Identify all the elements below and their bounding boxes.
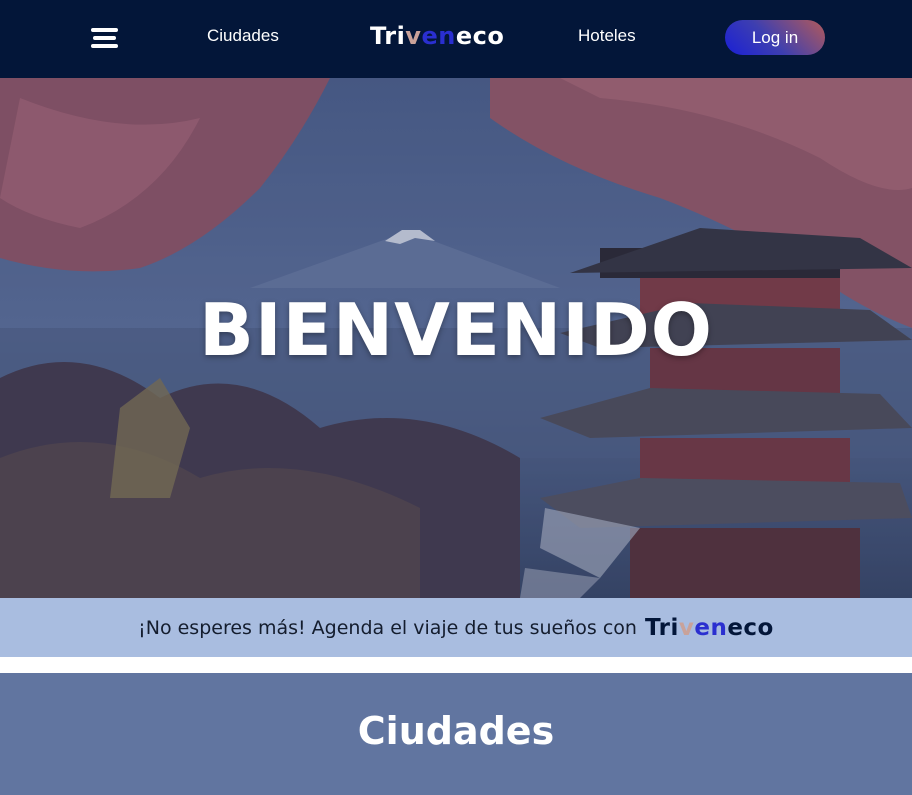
brand-logo-part: en bbox=[694, 614, 728, 641]
brand-logo-part: eco bbox=[455, 22, 505, 50]
section-title: Ciudades bbox=[357, 709, 555, 753]
brand-logo-part: v bbox=[678, 614, 695, 641]
brand-logo-part: Tri bbox=[370, 22, 406, 50]
nav-link-ciudades[interactable]: Ciudades bbox=[207, 26, 279, 46]
brand-logo[interactable]: Triveneco bbox=[370, 22, 504, 50]
top-navbar: Ciudades Triveneco Hoteles Log in bbox=[0, 0, 912, 78]
tagline-banner: ¡No esperes más! Agenda el viaje de tus … bbox=[0, 598, 912, 657]
brand-logo-part: Tri bbox=[644, 614, 679, 641]
tagline-text: ¡No esperes más! Agenda el viaje de tus … bbox=[138, 616, 637, 639]
hero-banner: BIENVENIDO bbox=[0, 78, 912, 598]
hamburger-menu-icon[interactable] bbox=[91, 28, 118, 48]
nav-link-hoteles[interactable]: Hoteles bbox=[578, 26, 636, 46]
brand-logo-part: v bbox=[405, 22, 422, 50]
brand-logo-part: eco bbox=[727, 614, 774, 641]
brand-logo-part: en bbox=[421, 22, 456, 50]
tagline-brand-logo: Triveneco bbox=[645, 615, 774, 641]
ciudades-section: Ciudades bbox=[0, 673, 912, 795]
hero-title: BIENVENIDO bbox=[198, 288, 714, 372]
login-button[interactable]: Log in bbox=[725, 20, 825, 55]
